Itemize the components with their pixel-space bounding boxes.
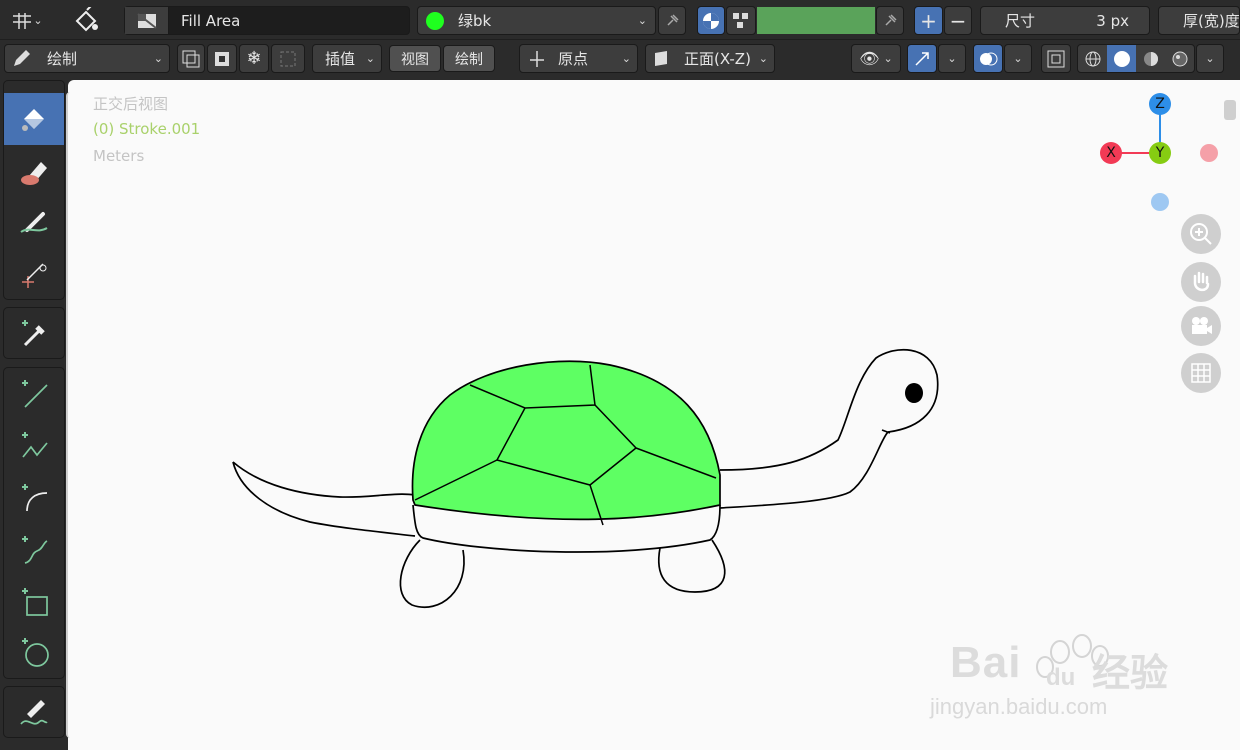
neg-x-axis-handle[interactable] [1200,144,1218,162]
y-axis-handle[interactable]: Y [1149,142,1171,164]
turtle-eye [905,383,923,403]
turtle-back-foot [399,539,465,608]
box-tool[interactable] [4,576,64,628]
turtle-tail-top [232,461,416,498]
camera-icon [1192,317,1212,334]
zoom-icon [1190,223,1212,245]
turtle-shell [411,360,721,521]
watermark-cn: 经验 [1092,651,1169,695]
arc-icon [22,484,48,512]
polyline-icon [22,432,48,458]
annotate-tool[interactable] [4,687,64,739]
turtle-tail [232,461,416,537]
erase-tool[interactable] [4,145,64,197]
turtle-neck [719,348,939,471]
line-tool[interactable] [4,368,64,420]
box-icon [22,588,48,616]
watermark-brand2: du [1046,664,1076,691]
tool-group-primitives [3,367,65,679]
line-icon [22,380,48,408]
pan-button[interactable] [1181,262,1221,302]
tool-group-eyedropper [3,307,65,359]
curve-icon [22,536,48,564]
tint-tool[interactable] [4,197,64,249]
tool-group-annotate [3,686,65,738]
camera-view-button[interactable] [1181,306,1221,346]
circle-icon [22,638,49,667]
fill-tool[interactable] [4,93,64,145]
watermark-brand: Bai [950,638,1022,687]
arc-tool[interactable] [4,472,64,524]
toolbar-scrollbar[interactable] [66,92,74,738]
watermark-url: jingyan.baidu.com [930,694,1108,719]
cutter-icon [22,263,47,288]
circle-tool[interactable] [4,626,64,678]
z-axis-handle[interactable]: Z [1149,93,1171,115]
curve-tool[interactable] [4,524,64,576]
cutter-tool[interactable] [4,249,64,301]
tool-group-draw [3,80,65,300]
annotate-icon [20,700,48,725]
eyedropper-icon [22,320,45,347]
polyline-tool[interactable] [4,420,64,472]
eraser-icon [21,162,47,185]
viewport-scrollbar[interactable] [1224,100,1236,120]
hand-icon [1193,271,1210,292]
ortho-toggle-button[interactable] [1181,353,1221,393]
x-axis-handle[interactable]: X [1100,142,1122,164]
neg-z-axis-handle[interactable] [1151,193,1169,211]
zoom-button[interactable] [1181,214,1221,254]
tint-brush-icon [20,212,48,233]
grid-icon [1191,363,1211,383]
fill-bucket-icon [22,109,44,131]
eyedropper-tool[interactable] [4,308,64,360]
